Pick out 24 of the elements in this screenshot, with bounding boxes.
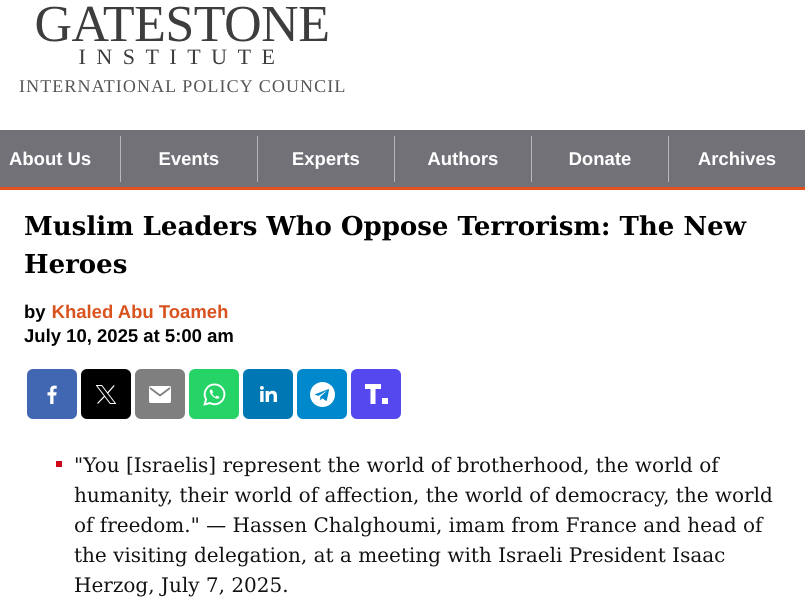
share-button[interactable]	[81, 369, 131, 419]
in-logo-icon	[260, 386, 276, 402]
logo-tagline: INTERNATIONAL POLICY COUNCIL	[19, 76, 346, 96]
logo-subtitle: INSTITUTE	[78, 46, 286, 68]
nav-link[interactable]: Donate	[530, 136, 668, 182]
envelope-icon	[149, 386, 171, 402]
bullet-icon	[56, 461, 62, 467]
publish-date: July 10, 2025 at 5:00 am	[24, 324, 234, 348]
logo-wordmark: GATESTONE	[34, 3, 330, 47]
byline-label: by	[24, 300, 46, 324]
author-link[interactable]: Khaled Abu Toameh	[52, 300, 228, 324]
nav-link[interactable]: Authors	[394, 136, 531, 182]
article-title: Muslim Leaders Who Oppose Terrorism: The New Heroes	[24, 211, 748, 282]
phone-speech-bubble-icon	[202, 382, 226, 406]
paper-plane-icon	[310, 382, 334, 406]
nav-link[interactable]: Archives	[668, 136, 805, 182]
quote-paragraph: "You [Israelis] represent the world of brotherhood, the world of humanity, their world of affection, the world of democracy, the world of freedom." — Hassen Chalghoumi, imam from France and head of the visiting delegation, at a meeting with Israeli President Isaac Herzog, July 7, 2025.	[74, 452, 774, 599]
letter-f-icon	[47, 384, 57, 404]
nav-link[interactable]: Experts	[256, 136, 394, 182]
x-logo-icon	[96, 384, 116, 404]
t-logo-icon	[364, 384, 388, 404]
nav-link[interactable]: Events	[120, 136, 257, 182]
nav-link[interactable]: About Us	[0, 136, 120, 182]
share-button[interactable]	[351, 369, 401, 419]
